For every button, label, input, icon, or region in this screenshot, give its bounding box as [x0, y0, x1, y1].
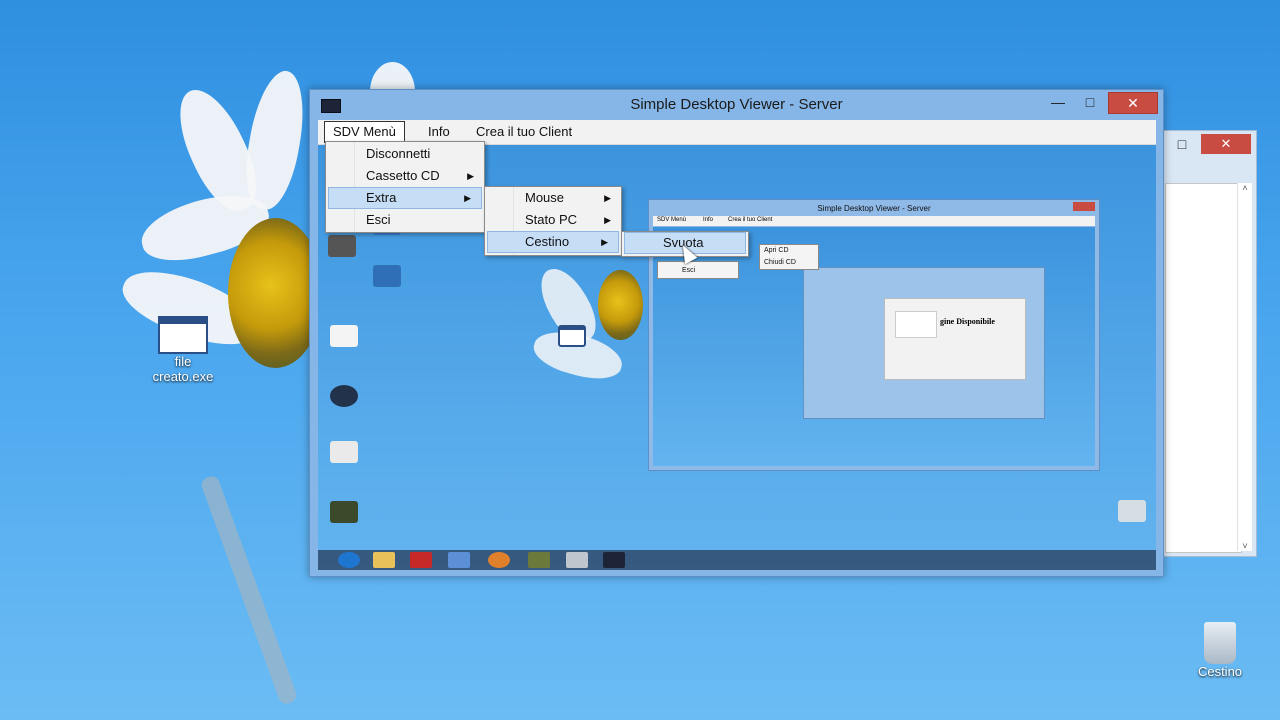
submenu-arrow-icon: ▶: [604, 193, 611, 203]
desktop-shortcut-icon[interactable]: [330, 385, 358, 407]
menu-item-mouse[interactable]: Mouse ▶: [485, 187, 621, 209]
menu-item-label: Esci: [366, 212, 391, 227]
desktop-icon-recycle-bin[interactable]: Cestino: [1190, 622, 1250, 679]
nested-inner-window: gine Disponibile: [803, 267, 1045, 419]
side-window-content: [1165, 183, 1242, 553]
app-icon[interactable]: [566, 552, 588, 568]
menu-item-cassetto-cd[interactable]: Cassetto CD ▶: [326, 165, 484, 187]
remote-taskbar: [318, 550, 1156, 570]
menu-item-extra[interactable]: Extra ▶: [328, 187, 482, 209]
nested-menu-apri-cd: Apri CD: [764, 247, 789, 254]
nested-dialog-field: [895, 311, 937, 338]
menu-item-stato-pc[interactable]: Stato PC ▶: [485, 209, 621, 231]
close-button[interactable]: ✕: [1201, 134, 1251, 154]
window-title: Simple Desktop Viewer - Server: [630, 96, 843, 113]
menu-item-label: Extra: [366, 190, 397, 205]
desktop-shortcut-icon[interactable]: [330, 325, 358, 347]
recycle-bin-icon[interactable]: [1118, 500, 1146, 522]
background-window[interactable]: □ ✕ ˄ ˅: [1162, 130, 1257, 557]
maximize-button[interactable]: □: [1077, 92, 1103, 112]
viewer-icon[interactable]: [603, 552, 625, 568]
menu-item-cestino[interactable]: Cestino ▶: [487, 231, 619, 253]
nested-menu-info: Info: [703, 217, 714, 223]
nested-menu-chiudi-cd: Chiudi CD: [764, 259, 796, 266]
recycle-bin-icon: [1204, 622, 1236, 664]
title-bar[interactable]: Simple Desktop Viewer - Server — □ ✕: [310, 90, 1163, 120]
flower-center: [598, 270, 643, 340]
extra-submenu: Mouse ▶ Stato PC ▶ Cestino ▶: [484, 186, 622, 256]
submenu-arrow-icon: ▶: [464, 193, 471, 203]
submenu-arrow-icon: ▶: [604, 215, 611, 225]
window-file-icon[interactable]: [558, 325, 586, 347]
desktop-shortcut-icon[interactable]: [373, 265, 401, 287]
window-file-icon: [158, 316, 208, 354]
scroll-down-icon[interactable]: ˅: [1238, 541, 1252, 551]
menu-crea-client[interactable]: Crea il tuo Client: [468, 123, 580, 141]
nested-esci-menu: Esci: [657, 261, 739, 279]
scrollbar[interactable]: ˄ ˅: [1237, 183, 1252, 551]
folder-icon[interactable]: [373, 552, 395, 568]
menu-item-label: Cestino: [525, 234, 570, 249]
close-button[interactable]: ✕: [1108, 92, 1158, 114]
app-icon[interactable]: [528, 552, 550, 568]
maximize-button[interactable]: □: [1171, 136, 1193, 152]
nested-menu-crea: Crea il tuo Client: [728, 217, 773, 223]
nested-dialog-text: gine Disponibile: [940, 317, 995, 326]
desktop-icon-file[interactable]: file creato.exe: [148, 316, 218, 384]
menu-item-label: Mouse: [525, 190, 565, 205]
scroll-up-icon[interactable]: ˄: [1238, 183, 1252, 193]
submenu-arrow-icon: ▶: [601, 237, 608, 247]
menu-sdv[interactable]: SDV Menù: [324, 121, 405, 143]
menu-item-esci[interactable]: Esci: [326, 209, 484, 231]
nested-dialog: gine Disponibile: [884, 298, 1026, 380]
menu-info[interactable]: Info: [420, 123, 458, 141]
ie-icon[interactable]: [338, 552, 360, 568]
menu-item-label: Stato PC: [525, 212, 578, 227]
flower-stem: [199, 474, 299, 706]
submenu-arrow-icon: ▶: [467, 171, 474, 181]
menu-item-label: Disconnetti: [366, 146, 431, 161]
menu-item-label: Cassetto CD: [366, 168, 440, 183]
close-icon: [1073, 202, 1095, 211]
sdv-dropdown-menu: Disconnetti Cassetto CD ▶ Extra ▶ Esci: [325, 141, 485, 233]
nested-menu-sdv: SDV Menù: [657, 217, 687, 223]
desktop-icon-label: file creato.exe: [152, 354, 214, 384]
desktop-shortcut-icon[interactable]: [328, 235, 356, 257]
nested-menu-esci: Esci: [682, 267, 696, 274]
power-icon[interactable]: [410, 552, 432, 568]
nested-window-title: Simple Desktop Viewer - Server: [817, 204, 931, 213]
app-icon[interactable]: [448, 552, 470, 568]
menu-item-disconnetti[interactable]: Disconnetti: [326, 143, 484, 165]
nested-menu-bar: SDV Menù Info Crea il tuo Client: [653, 216, 1095, 226]
desktop-icon-label: Cestino: [1197, 664, 1243, 679]
desktop-shortcut-icon[interactable]: [330, 501, 358, 523]
nested-remote-view: gine Disponibile Esci: [653, 227, 1095, 466]
flower-petal: [238, 66, 312, 214]
desktop-shortcut-icon[interactable]: [330, 441, 358, 463]
minimize-button[interactable]: —: [1045, 92, 1071, 112]
browser-icon[interactable]: [488, 552, 510, 568]
nested-cd-menu: Apri CD Chiudi CD: [759, 244, 819, 270]
